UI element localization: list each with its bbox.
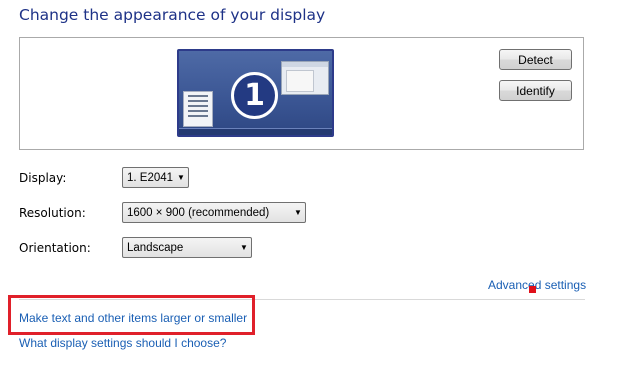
display-label: Display: [19, 171, 67, 185]
highlight-box [8, 295, 255, 335]
advanced-settings-link[interactable]: Advanced settings [488, 278, 586, 292]
monitor-1-preview[interactable]: 1 [177, 49, 334, 137]
orientation-select[interactable]: Landscape ▼ [122, 237, 252, 258]
resolution-select-value: 1600 × 900 (recommended) [127, 206, 270, 219]
identify-button[interactable]: Identify [499, 80, 572, 101]
chevron-down-icon: ▼ [294, 208, 302, 217]
preview-window-icon [281, 61, 329, 95]
display-help-link[interactable]: What display settings should I choose? [19, 336, 226, 350]
click-marker [529, 286, 536, 293]
orientation-select-value: Landscape [127, 241, 184, 254]
preview-taskbar [179, 128, 332, 135]
display-select[interactable]: 1. E2041 ▼ [122, 167, 189, 188]
detect-button[interactable]: Detect [499, 49, 572, 70]
display-select-value: 1. E2041 [127, 171, 174, 184]
monitor-number-badge: 1 [231, 72, 278, 119]
preview-document-icon [183, 91, 213, 127]
resolution-select[interactable]: 1600 × 900 (recommended) ▼ [122, 202, 306, 223]
chevron-down-icon: ▼ [177, 173, 185, 182]
orientation-label: Orientation: [19, 241, 91, 255]
monitor-preview-panel: 1 Detect Identify [19, 37, 584, 150]
resolution-label: Resolution: [19, 206, 86, 220]
page-title: Change the appearance of your display [19, 6, 326, 24]
chevron-down-icon: ▼ [240, 243, 248, 252]
